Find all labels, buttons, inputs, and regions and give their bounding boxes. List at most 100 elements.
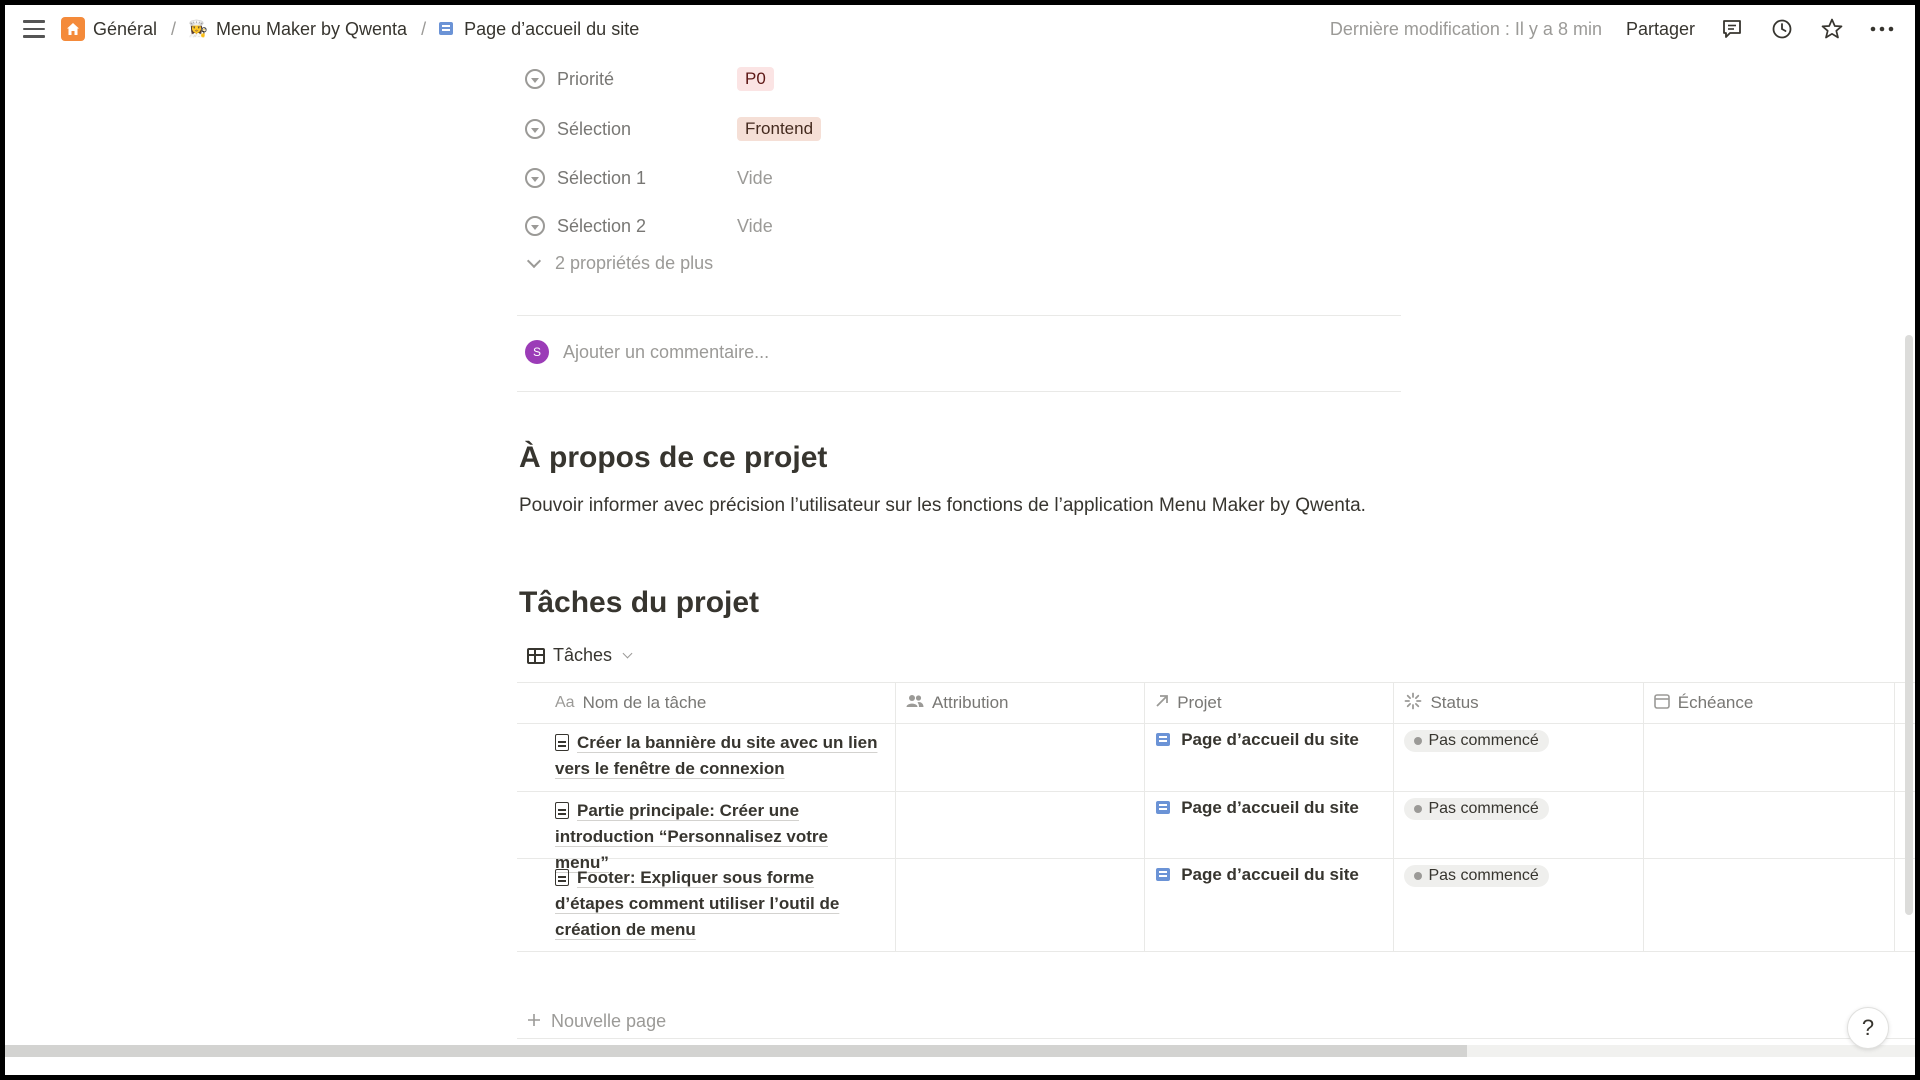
breadcrumb-page[interactable]: Page d’accueil du site: [438, 19, 639, 40]
document-icon: [555, 802, 569, 819]
status-cell[interactable]: Pas commencé: [1394, 859, 1644, 951]
calendar-icon: [1653, 693, 1670, 714]
select-property-icon: [525, 69, 545, 89]
breadcrumb-separator: /: [421, 18, 427, 39]
more-properties-toggle[interactable]: 2 propriétés de plus: [525, 253, 713, 274]
comment-placeholder: Ajouter un commentaire...: [563, 341, 770, 362]
attribution-cell[interactable]: [896, 792, 1146, 858]
top-bar: Général / 👩‍🍳 Menu Maker by Qwenta / Pag…: [5, 5, 1915, 53]
column-header-due[interactable]: Échéance: [1644, 683, 1895, 723]
task-title[interactable]: Footer: Expliquer sous forme d’étapes co…: [555, 868, 839, 939]
task-name-cell[interactable]: Créer la bannière du site avec un lien v…: [517, 724, 896, 791]
column-header-status[interactable]: Status: [1394, 683, 1644, 723]
chef-emoji-icon: 👩‍🍳: [188, 21, 208, 38]
property-selection[interactable]: Sélection Frontend: [513, 109, 822, 149]
column-label: Nom de la tâche: [582, 693, 707, 712]
home-icon: [61, 17, 85, 41]
status-dot-icon: [1414, 737, 1423, 745]
property-selection-1[interactable]: Sélection 1 Vide: [513, 158, 773, 198]
breadcrumb-project[interactable]: 👩‍🍳 Menu Maker by Qwenta /: [188, 19, 426, 40]
chevron-down-icon: [526, 253, 542, 268]
status-badge: Pas commencé: [1404, 798, 1549, 820]
select-property-icon: [525, 216, 545, 236]
select-property-icon: [525, 119, 545, 139]
document-icon: [555, 869, 569, 886]
new-page-label: Nouvelle page: [551, 1011, 667, 1031]
breadcrumb-general[interactable]: Général /: [61, 17, 176, 41]
property-priority[interactable]: Priorité P0: [513, 59, 774, 99]
property-name: Sélection 2: [557, 215, 647, 236]
task-title-text: Footer: Expliquer sous forme d’étapes co…: [555, 868, 840, 939]
star-icon[interactable]: [1819, 16, 1845, 42]
page-icon: [1155, 799, 1173, 817]
share-button[interactable]: Partager: [1626, 19, 1695, 40]
avatar: S: [525, 340, 549, 364]
page-icon: [1155, 866, 1173, 884]
last-modified: Dernière modification : Il y a 8 min: [1329, 18, 1602, 39]
status-dot-icon: [1414, 805, 1423, 813]
status-cell[interactable]: Pas commencé: [1394, 792, 1644, 858]
comment-icon[interactable]: [1719, 16, 1745, 42]
column-label: Attribution: [931, 693, 1009, 712]
due-cell[interactable]: [1644, 792, 1895, 858]
help-button[interactable]: ?: [1847, 1007, 1889, 1049]
task-name-cell[interactable]: Partie principale: Créer une introductio…: [517, 792, 896, 872]
column-header-attribution[interactable]: Attribution: [896, 683, 1146, 723]
project-link[interactable]: Page d’accueil du site: [1155, 730, 1383, 750]
breadcrumb-label: Menu Maker by Qwenta: [215, 18, 408, 39]
column-header-name[interactable]: Aa Nom de la tâche: [517, 683, 896, 723]
column-label: Échéance: [1677, 693, 1754, 712]
property-value-empty[interactable]: Vide: [737, 216, 773, 237]
status-cell[interactable]: Pas commencé: [1394, 724, 1644, 791]
history-icon[interactable]: [1769, 16, 1795, 42]
status-label: Pas commencé: [1428, 867, 1539, 884]
tasks-table: Aa Nom de la tâche Attribution Projet St…: [517, 682, 1915, 952]
project-label: Page d’accueil du site: [1181, 730, 1359, 749]
more-properties-label: 2 propriétés de plus: [555, 253, 714, 273]
table-header: Aa Nom de la tâche Attribution Projet St…: [517, 682, 1915, 724]
task-name-cell[interactable]: Footer: Expliquer sous forme d’étapes co…: [517, 859, 896, 951]
project-cell[interactable]: Page d’accueil du site: [1145, 859, 1395, 951]
project-link[interactable]: Page d’accueil du site: [1155, 798, 1383, 818]
more-icon[interactable]: [1869, 16, 1895, 42]
table-row[interactable]: Créer la bannière du site avec un lien v…: [517, 724, 1915, 792]
about-text: Pouvoir informer avec précision l’utilis…: [519, 495, 1366, 516]
vertical-scrollbar[interactable]: [1905, 335, 1913, 915]
due-cell[interactable]: [1644, 724, 1895, 791]
top-bar-actions: Dernière modification : Il y a 8 min Par…: [1330, 5, 1895, 53]
project-label: Page d’accueil du site: [1181, 798, 1359, 817]
new-page-button[interactable]: Nouvelle page: [527, 1011, 666, 1032]
menu-icon[interactable]: [19, 14, 49, 44]
attribution-cell[interactable]: [896, 859, 1146, 951]
page-icon: [438, 20, 456, 38]
about-heading: À propos de ce projet: [519, 441, 828, 474]
status-dot-icon: [1414, 872, 1423, 880]
chevron-down-icon: [622, 648, 633, 659]
divider: [517, 1038, 1915, 1039]
project-cell[interactable]: Page d’accueil du site: [1145, 792, 1395, 858]
view-tab-tasks[interactable]: Tâches: [527, 645, 633, 666]
horizontal-scrollbar-thumb[interactable]: [5, 1045, 1467, 1057]
loading-icon: [1404, 692, 1422, 715]
priority-tag[interactable]: P0: [737, 67, 774, 91]
status-badge: Pas commencé: [1404, 730, 1549, 752]
attribution-cell[interactable]: [896, 724, 1146, 791]
project-link[interactable]: Page d’accueil du site: [1155, 865, 1383, 885]
task-title[interactable]: Créer la bannière du site avec un lien v…: [555, 733, 877, 778]
select-property-icon: [525, 168, 545, 188]
comment-input[interactable]: S Ajouter un commentaire...: [525, 340, 769, 364]
breadcrumb-separator: /: [171, 18, 177, 39]
column-header-project[interactable]: Projet: [1145, 683, 1395, 723]
project-cell[interactable]: Page d’accueil du site: [1145, 724, 1395, 791]
property-selection-2[interactable]: Sélection 2 Vide: [513, 206, 773, 246]
table-row[interactable]: Partie principale: Créer une introductio…: [517, 792, 1915, 872]
due-cell[interactable]: [1644, 859, 1895, 951]
selection-tag[interactable]: Frontend: [737, 117, 822, 141]
table-row[interactable]: Footer: Expliquer sous forme d’étapes co…: [517, 859, 1915, 952]
horizontal-scrollbar[interactable]: [5, 1045, 1915, 1057]
divider: [517, 315, 1401, 316]
plus-icon: [527, 1011, 541, 1032]
property-value-empty[interactable]: Vide: [737, 168, 773, 189]
property-name: Sélection: [557, 118, 632, 139]
breadcrumb-label: Page d’accueil du site: [464, 18, 640, 39]
